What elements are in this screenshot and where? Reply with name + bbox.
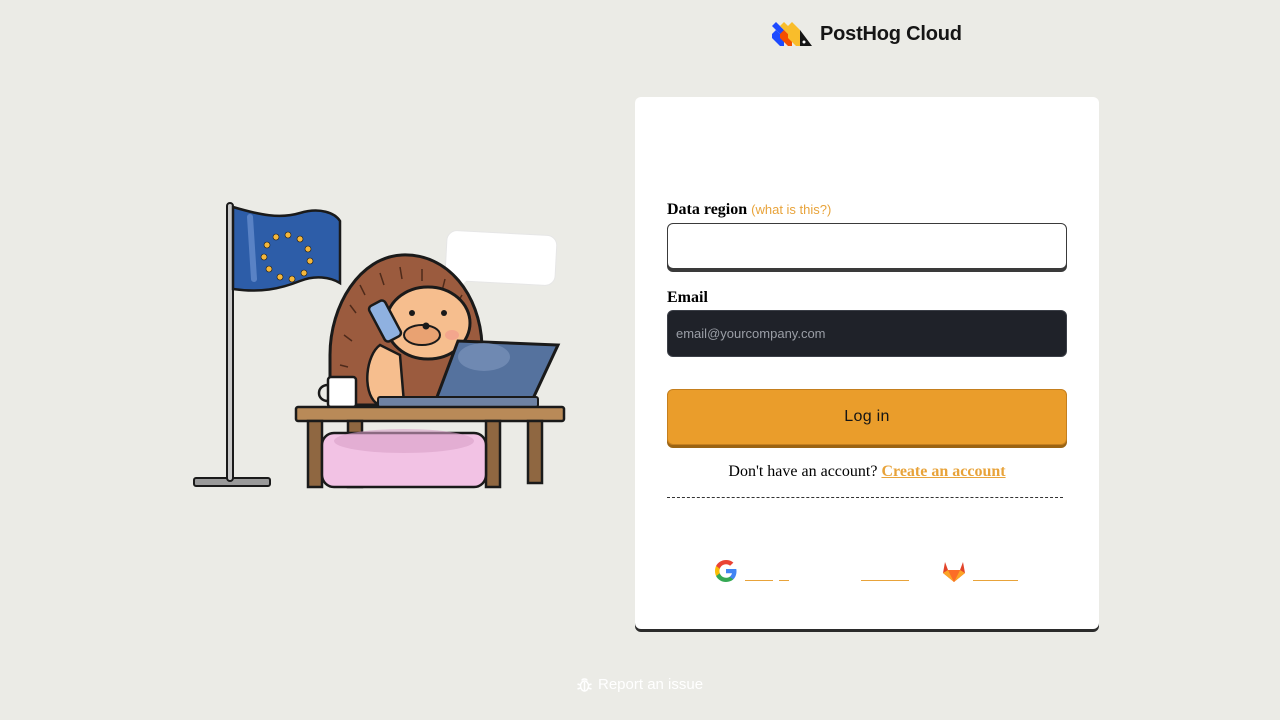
report-issue-link[interactable]: Report an issue — [576, 674, 703, 694]
data-region-label: Data region (what is this?) — [667, 201, 831, 219]
gitlab-icon — [943, 562, 965, 582]
gitlab-sso-button[interactable] — [941, 555, 1018, 587]
email-label: Email — [667, 289, 708, 306]
brand-name: PostHog Cloud — [820, 22, 962, 45]
google-icon — [715, 560, 737, 582]
google-sso-button[interactable] — [713, 555, 789, 587]
data-region-select[interactable] — [667, 223, 1067, 269]
report-issue-label: Report an issue — [598, 675, 704, 693]
email-input[interactable] — [667, 310, 1067, 357]
signup-row: Don't have an account? Create an account — [667, 463, 1067, 481]
bug-icon — [577, 677, 592, 692]
data-region-label-text: Data region — [667, 201, 748, 218]
divider — [667, 497, 1063, 498]
login-card: Data region (what is this?) Email Log in… — [635, 97, 1099, 629]
hedgehog-illustration — [193, 202, 566, 489]
github-icon — [829, 558, 855, 584]
posthog-logo-icon — [772, 22, 812, 46]
what-is-this-link[interactable]: (what is this?) — [751, 202, 831, 217]
login-button[interactable]: Log in — [667, 389, 1067, 445]
github-sso-button[interactable] — [829, 555, 909, 587]
posthog-logo[interactable]: PostHog Cloud — [772, 20, 962, 48]
sso-buttons — [635, 555, 1099, 587]
create-account-link[interactable]: Create an account — [881, 463, 1005, 480]
signup-prompt: Don't have an account? — [728, 463, 878, 480]
